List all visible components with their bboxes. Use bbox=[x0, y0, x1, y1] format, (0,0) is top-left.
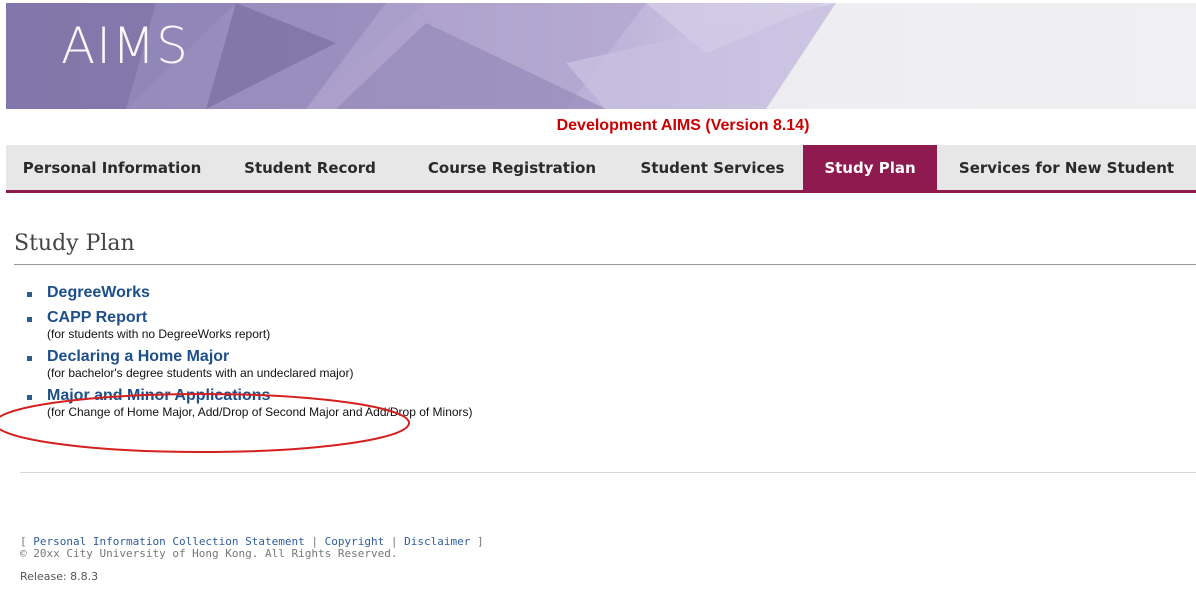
capp-report-link[interactable]: CAPP Report bbox=[47, 309, 727, 327]
tab-services-for-new-student[interactable]: Services for New Student bbox=[937, 145, 1196, 190]
bullet-icon bbox=[27, 292, 32, 297]
tab-course-registration[interactable]: Course Registration bbox=[402, 145, 622, 190]
study-plan-menu: DegreeWorks CAPP Report (for students wi… bbox=[27, 284, 727, 426]
menu-item-declaring-home-major: Declaring a Home Major (for bachelor's d… bbox=[27, 348, 727, 380]
release-label: Release: 8.8.3 bbox=[20, 570, 99, 583]
menu-item-degreeworks: DegreeWorks bbox=[27, 284, 727, 302]
menu-item-capp-report: CAPP Report (for students with no Degree… bbox=[27, 309, 727, 341]
bullet-icon bbox=[27, 317, 32, 322]
degreeworks-link[interactable]: DegreeWorks bbox=[47, 284, 727, 302]
tab-student-record[interactable]: Student Record bbox=[218, 145, 402, 190]
tab-student-services[interactable]: Student Services bbox=[622, 145, 803, 190]
title-divider bbox=[14, 264, 1196, 265]
footer: [ Personal Information Collection Statem… bbox=[20, 536, 484, 560]
main-nav: Personal Information Student Record Cour… bbox=[6, 145, 1196, 193]
version-label: Development AIMS (Version 8.14) bbox=[556, 117, 810, 134]
major-minor-applications-description: (for Change of Home Major, Add/Drop of S… bbox=[47, 405, 473, 419]
tab-study-plan[interactable]: Study Plan bbox=[803, 145, 937, 190]
content-divider bbox=[20, 472, 1196, 473]
aims-logo: AIMS bbox=[61, 17, 189, 75]
bullet-icon bbox=[27, 356, 32, 361]
capp-report-description: (for students with no DegreeWorks report… bbox=[47, 327, 271, 341]
disclaimer-link[interactable]: Disclaimer bbox=[404, 535, 470, 548]
menu-item-major-minor-applications: Major and Minor Applications (for Change… bbox=[27, 387, 727, 419]
footer-close-bracket: ] bbox=[470, 535, 484, 548]
tab-personal-information[interactable]: Personal Information bbox=[6, 145, 218, 190]
page-title: Study Plan bbox=[14, 231, 135, 256]
copyright-text: © 20xx City University of Hong Kong. All… bbox=[20, 547, 398, 560]
declaring-home-major-link[interactable]: Declaring a Home Major bbox=[47, 348, 727, 366]
header-banner: AIMS bbox=[6, 3, 1196, 109]
major-minor-applications-link[interactable]: Major and Minor Applications bbox=[47, 387, 727, 405]
declaring-home-major-description: (for bachelor's degree students with an … bbox=[47, 366, 354, 380]
bullet-icon bbox=[27, 395, 32, 400]
